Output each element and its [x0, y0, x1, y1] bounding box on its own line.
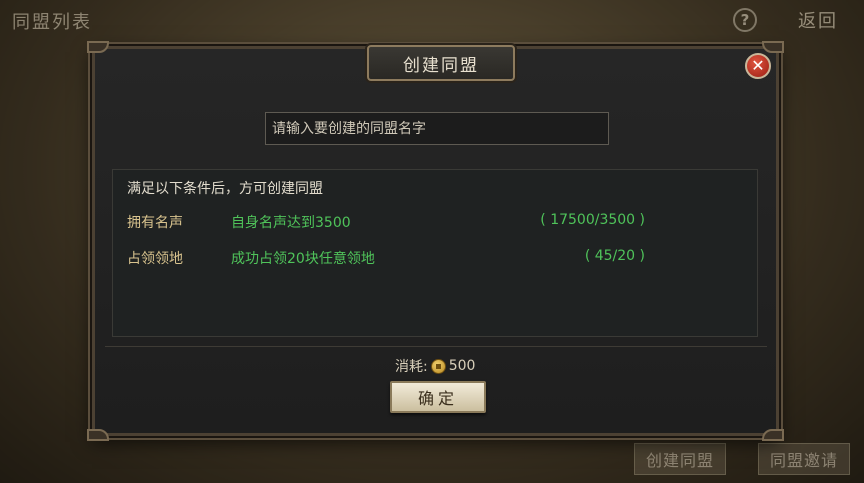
dialog-corner-ornament — [87, 429, 109, 441]
create-alliance-dialog: 创建同盟 ✕ 满足以下条件后，方可创建同盟 拥有名声 自身名声达到3500 ( … — [87, 41, 784, 441]
requirement-label: 拥有名声 — [127, 215, 183, 231]
alliance-invite-button[interactable]: 同盟邀请 — [758, 443, 850, 475]
dialog-title: 创建同盟 — [403, 55, 479, 76]
requirements-heading: 满足以下条件后，方可创建同盟 — [127, 181, 323, 197]
cost-display: 消耗: 500 — [395, 356, 475, 376]
create-alliance-button[interactable]: 创建同盟 — [634, 443, 726, 475]
requirement-description: 成功占领20块任意领地 — [231, 251, 375, 267]
dialog-corner-ornament — [87, 41, 109, 53]
requirement-progress: ( 17500/3500 ) — [540, 212, 645, 228]
close-icon[interactable]: ✕ — [745, 53, 771, 79]
back-button[interactable]: 返回 — [798, 7, 838, 33]
confirm-button[interactable]: 确定 — [390, 381, 486, 413]
requirements-panel: 满足以下条件后，方可创建同盟 拥有名声 自身名声达到3500 ( 17500/3… — [112, 169, 758, 337]
cost-label: 消耗: — [395, 359, 428, 375]
cost-value: 500 — [448, 358, 476, 374]
page-title: 同盟列表 — [12, 12, 92, 33]
dialog-corner-ornament — [762, 429, 784, 441]
dialog-corner-ornament — [762, 41, 784, 53]
divider — [105, 346, 767, 347]
requirement-row: 拥有名声 自身名声达到3500 ( 17500/3500 ) — [127, 212, 747, 232]
requirement-progress: ( 45/20 ) — [584, 248, 645, 264]
alliance-name-input[interactable] — [265, 112, 609, 145]
requirement-label: 占领领地 — [127, 251, 183, 267]
requirement-row: 占领领地 成功占领20块任意领地 ( 45/20 ) — [127, 248, 747, 268]
coin-icon — [430, 358, 446, 374]
help-icon[interactable]: ? — [733, 8, 757, 32]
requirement-description: 自身名声达到3500 — [231, 215, 351, 231]
dialog-title-plate: 创建同盟 — [367, 45, 515, 81]
